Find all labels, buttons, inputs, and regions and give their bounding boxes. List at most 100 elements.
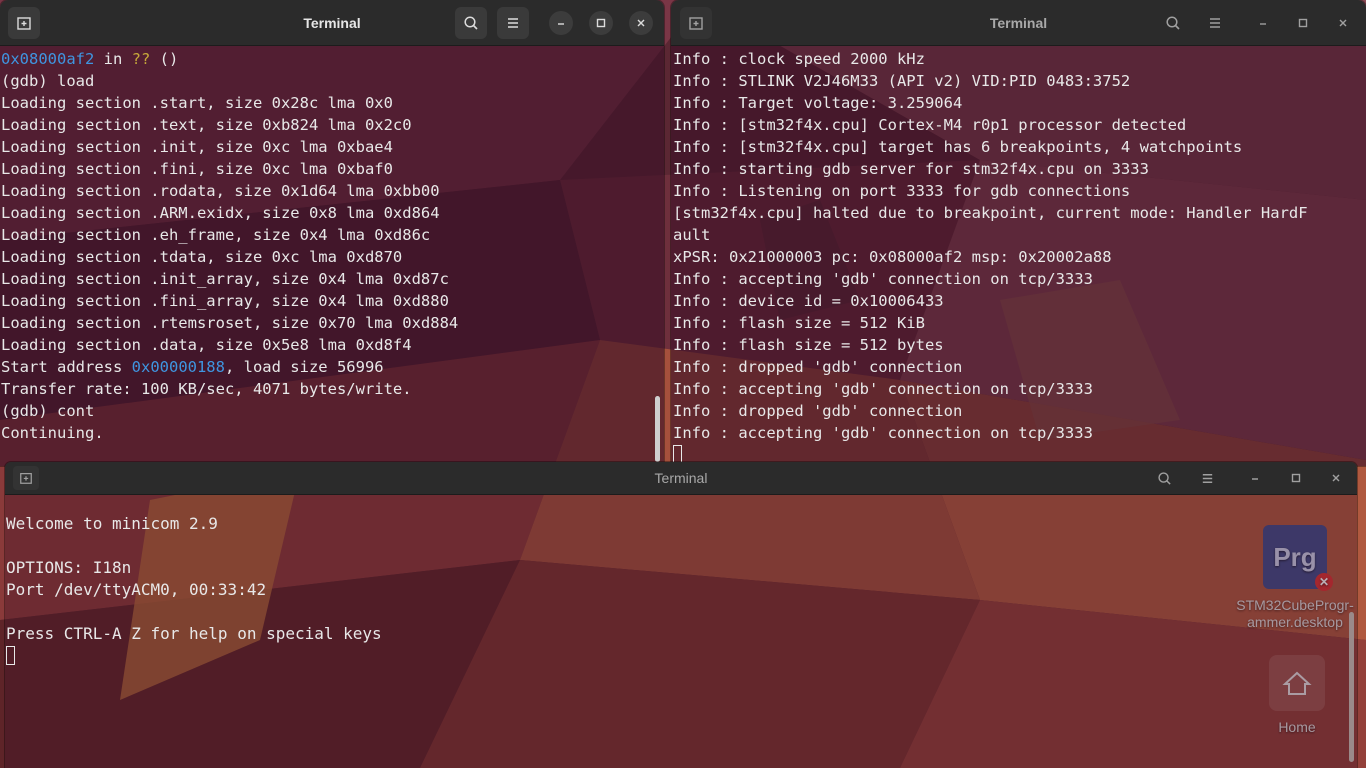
terminal-line: Info : accepting 'gdb' connection on tcp… — [673, 424, 1093, 442]
memory-address: 0x00000188 — [131, 358, 225, 376]
terminal-window-openocd[interactable]: Terminal Info : clock speed 2000 kHz Info… — [671, 0, 1366, 466]
search-icon — [1166, 16, 1180, 30]
terminal-line: Info : starting gdb server for stm32f4x.… — [673, 160, 1149, 178]
terminal-line: Transfer rate: 100 KB/sec, 4071 bytes/wr… — [1, 378, 664, 400]
terminal-line: (gdb) cont — [1, 400, 664, 422]
terminal-line: Welcome to minicom 2.9 — [6, 514, 218, 533]
terminal-line: Start address 0x00000188, load size 5699… — [1, 356, 664, 378]
terminal-line: Loading section .start, size 0x28c lma 0… — [1, 92, 664, 114]
terminal-line — [6, 645, 1357, 667]
new-tab-button[interactable] — [680, 7, 712, 39]
terminal-text: Loading section .rtemsroset, size 0x70 l… — [1, 314, 459, 332]
terminal-line: Info : dropped 'gdb' connection — [673, 358, 963, 376]
terminal-line: Info : clock speed 2000 kHz — [673, 50, 925, 68]
terminal-line: Loading section .rodata, size 0x1d64 lma… — [1, 180, 664, 202]
terminal-headerbar[interactable]: Terminal — [0, 0, 664, 46]
close-button[interactable] — [1326, 468, 1346, 488]
terminal-line: ault — [673, 226, 711, 244]
terminal-text: Loading section .init_array, size 0x4 lm… — [1, 270, 449, 288]
terminal-text: , load size 56996 — [224, 358, 384, 376]
minimize-icon — [1252, 478, 1258, 480]
scrollbar-thumb[interactable] — [655, 396, 660, 462]
terminal-line: Press CTRL-A Z for help on special keys — [6, 624, 382, 643]
maximize-button[interactable] — [589, 11, 613, 35]
terminal-text: Loading section .init, size 0xc lma 0xba… — [1, 138, 393, 156]
terminal-text: (gdb) load — [1, 72, 95, 90]
terminal-line: 0x08000af2 in ?? () — [1, 48, 664, 70]
new-tab-icon — [689, 17, 703, 30]
terminal-text: Loading section .ARM.exidx, size 0x8 lma… — [1, 204, 440, 222]
terminal-line: Info : Target voltage: 3.259064 — [673, 94, 963, 112]
terminal-line: Loading section .eh_frame, size 0x4 lma … — [1, 224, 664, 246]
terminal-window-gdb[interactable]: Terminal 0x08000af2 in ?? () (gdb) load Lo… — [0, 0, 664, 466]
terminal-line: Loading section .rtemsroset, size 0x70 l… — [1, 312, 664, 334]
new-tab-button[interactable] — [13, 466, 39, 490]
terminal-line: [stm32f4x.cpu] halted due to breakpoint,… — [673, 204, 1308, 222]
terminal-line: Loading section .data, size 0x5e8 lma 0x… — [1, 334, 664, 356]
minimize-button[interactable] — [1245, 468, 1265, 488]
terminal-output-minicom[interactable]: Welcome to minicom 2.9 OPTIONS: I18n Port … — [5, 495, 1357, 768]
terminal-line: Info : flash size = 512 KiB — [673, 314, 925, 332]
terminal-line: Info : STLINK V2J46M33 (API v2) VID:PID … — [673, 72, 1131, 90]
search-button[interactable] — [1151, 466, 1177, 490]
minimize-button[interactable] — [1251, 11, 1275, 35]
maximize-button[interactable] — [1291, 11, 1315, 35]
text-cursor — [6, 646, 15, 665]
terminal-line: (gdb) load — [1, 70, 664, 92]
terminal-text: Loading section .tdata, size 0xc lma 0xd… — [1, 248, 403, 266]
menu-button[interactable] — [1194, 466, 1220, 490]
minimize-button[interactable] — [549, 11, 573, 35]
close-icon — [1332, 474, 1340, 482]
new-tab-icon — [20, 473, 32, 484]
scrollbar-thumb[interactable] — [1349, 612, 1354, 762]
minimize-icon — [558, 23, 564, 25]
terminal-line: OPTIONS: I18n — [6, 558, 132, 577]
terminal-line: Loading section .ARM.exidx, size 0x8 lma… — [1, 202, 664, 224]
terminal-text: Loading section .data, size 0x5e8 lma 0x… — [1, 336, 412, 354]
terminal-line: Info : accepting 'gdb' connection on tcp… — [673, 380, 1093, 398]
terminal-line: Loading section .fini_array, size 0x4 lm… — [1, 290, 664, 312]
new-tab-button[interactable] — [8, 7, 40, 39]
hamburger-menu-icon — [1210, 18, 1220, 28]
terminal-line: Info : flash size = 512 bytes — [673, 336, 944, 354]
terminal-line: Loading section .tdata, size 0xc lma 0xd… — [1, 246, 664, 268]
maximize-icon — [1291, 473, 1301, 483]
terminal-text: Loading section .eh_frame, size 0x4 lma … — [1, 226, 431, 244]
terminal-text: (gdb) cont — [1, 402, 95, 420]
terminal-text: in — [94, 50, 132, 68]
terminal-text: Continuing. — [1, 424, 104, 442]
maximize-button[interactable] — [1286, 468, 1306, 488]
search-icon — [1157, 471, 1171, 485]
terminal-line: Info : [stm32f4x.cpu] Cortex-M4 r0p1 pro… — [673, 116, 1187, 134]
terminal-text: Loading section .text, size 0xb824 lma 0… — [1, 116, 412, 134]
terminal-text: Loading section .fini_array, size 0x4 lm… — [1, 292, 449, 310]
close-button[interactable] — [629, 11, 653, 35]
minimize-icon — [1260, 23, 1266, 25]
terminal-line: Loading section .init, size 0xc lma 0xba… — [1, 136, 664, 158]
terminal-line: Info : dropped 'gdb' connection — [673, 402, 963, 420]
menu-button[interactable] — [497, 7, 529, 39]
terminal-headerbar[interactable]: Terminal — [671, 0, 1366, 46]
search-button[interactable] — [1157, 7, 1189, 39]
terminal-line: Loading section .init_array, size 0x4 lm… — [1, 268, 664, 290]
unknown-symbol: ?? — [131, 50, 151, 68]
terminal-text: Loading section .fini, size 0xc lma 0xba… — [1, 160, 393, 178]
terminal-line: Port /dev/ttyACM0, 00:33:42 — [6, 580, 267, 599]
memory-address: 0x08000af2 — [1, 50, 95, 68]
terminal-headerbar[interactable]: Terminal — [5, 462, 1357, 495]
terminal-window-minicom[interactable]: Terminal Welcome to minicom 2.9 OPTIONS: … — [5, 462, 1357, 768]
terminal-output-gdb[interactable]: 0x08000af2 in ?? () (gdb) load Loading sec… — [0, 46, 664, 466]
maximize-icon — [1298, 18, 1308, 28]
menu-button[interactable] — [1199, 7, 1231, 39]
search-button[interactable] — [455, 7, 487, 39]
terminal-output-openocd[interactable]: Info : clock speed 2000 kHz Info : STLINK… — [671, 46, 1366, 466]
terminal-line: Info : device id = 0x10006433 — [673, 292, 944, 310]
close-button[interactable] — [1331, 11, 1355, 35]
terminal-line: Info : Listening on port 3333 for gdb co… — [673, 182, 1131, 200]
terminal-text: Transfer rate: 100 KB/sec, 4071 bytes/wr… — [1, 380, 412, 398]
terminal-line: Continuing. — [1, 422, 664, 444]
new-tab-icon — [17, 17, 31, 30]
terminal-line: Info : accepting 'gdb' connection on tcp… — [673, 270, 1093, 288]
